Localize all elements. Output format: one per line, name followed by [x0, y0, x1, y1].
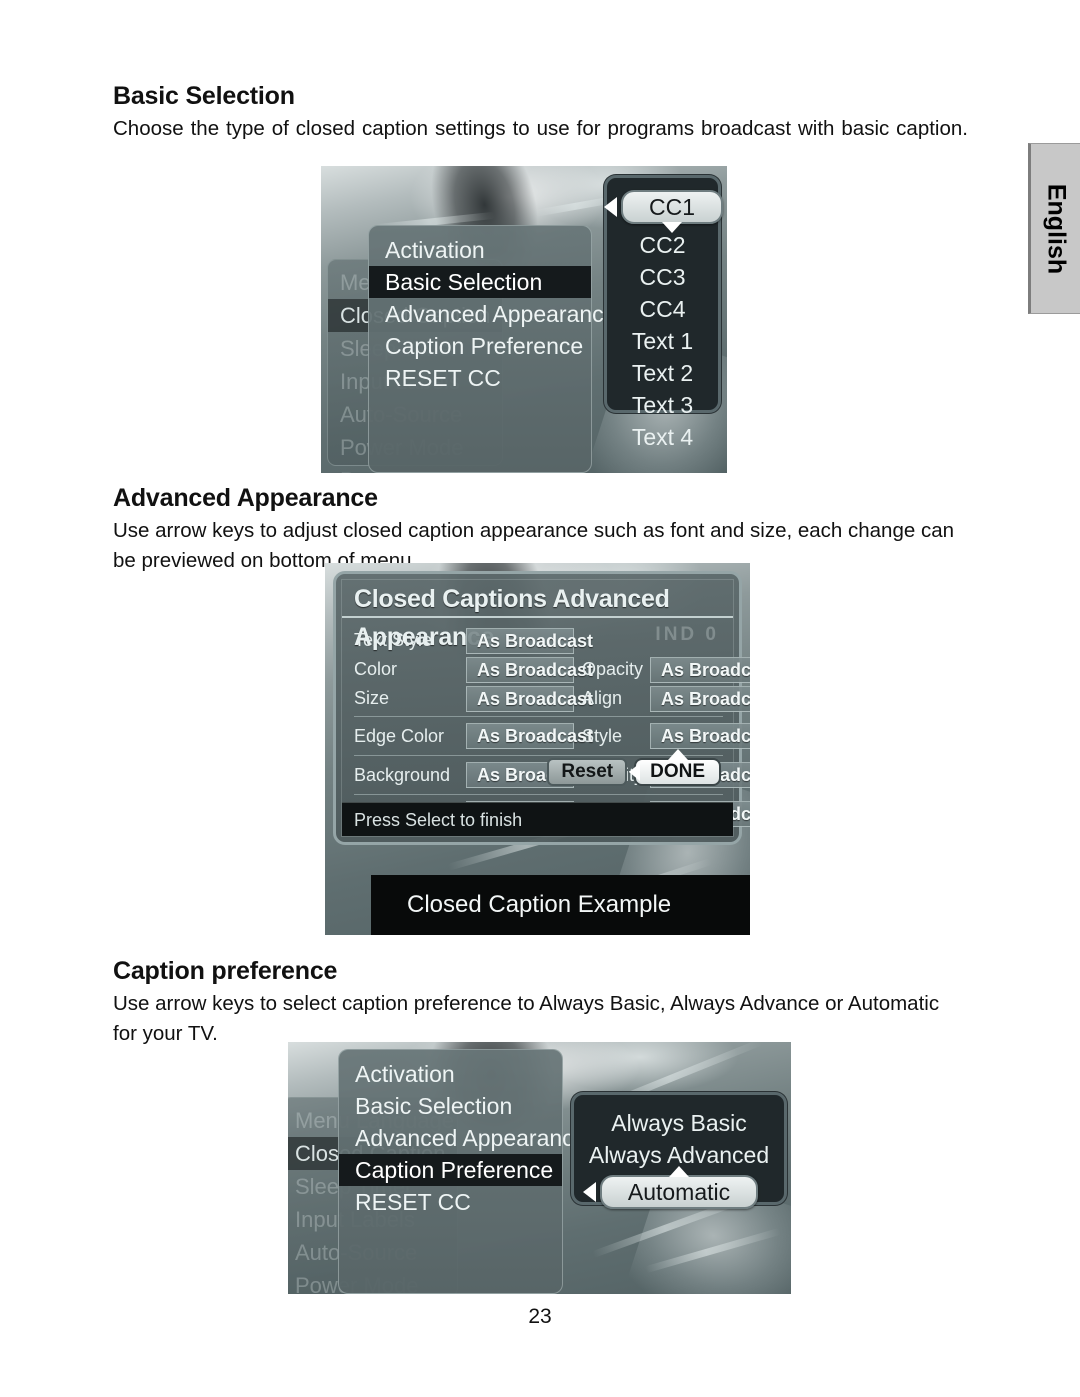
up-triangle-icon — [668, 1166, 689, 1177]
label-align: Align — [582, 688, 623, 708]
option-label: CC1 — [649, 194, 696, 220]
submenu-item-caption-preference[interactable]: Caption Preference — [369, 330, 591, 362]
option-row-cc1[interactable]: CC1 — [604, 190, 724, 233]
label-edge-style: Style — [582, 725, 623, 746]
submenu-closed-caption: Activation Basic Selection Advanced Appe… — [338, 1049, 586, 1294]
option-row-always-basic[interactable]: Always Basic — [588, 1107, 770, 1139]
heading-caption-preference: Caption preference — [113, 957, 338, 985]
heading-basic-selection: Basic Selection — [113, 82, 295, 110]
value-text-style[interactable]: As Broadcast — [466, 627, 593, 654]
option-row-text4[interactable]: Text 4 — [621, 421, 704, 453]
panel-inner-border: Closed Captions Advanced Appearance IND … — [341, 579, 750, 837]
panel-action-buttons: Reset DONE — [547, 749, 721, 786]
page-number: 23 — [528, 1305, 552, 1328]
label-color: Color — [354, 659, 398, 679]
reset-button[interactable]: Reset — [547, 758, 628, 786]
submenu-item-basic-selection[interactable]: Basic Selection — [339, 1090, 562, 1122]
row-edge-color: Edge Color As Broadcast Style As Broadca… — [354, 716, 750, 752]
submenu-item-advanced-appearance[interactable]: Advanced Appearance — [369, 298, 616, 330]
label-size: Size — [354, 688, 390, 708]
submenu-item-activation[interactable]: Activation — [339, 1058, 562, 1090]
manual-page: English Basic Selection Choose the type … — [0, 0, 1080, 1397]
value-color-opacity[interactable]: As Broadcast — [650, 656, 750, 683]
left-arrow-icon — [582, 1182, 596, 1202]
panel-title: Closed Captions Advanced Appearance — [342, 580, 733, 651]
option-selected-pill[interactable]: Automatic — [582, 1166, 759, 1209]
up-triangle-icon — [667, 749, 688, 760]
label-color-opacity: Opacity — [582, 659, 644, 679]
paragraph-basic-selection: Choose the type of closed caption settin… — [113, 117, 968, 140]
submenu-item-basic-selection[interactable]: Basic Selection — [369, 266, 591, 298]
label-edge-color: Edge Color — [354, 725, 445, 746]
value-edge-style[interactable]: As Broadcast — [650, 723, 750, 749]
submenu-closed-caption: Activation Basic Selection Advanced Appe… — [368, 225, 616, 473]
submenu-item-advanced-appearance[interactable]: Advanced Appearance — [339, 1122, 586, 1154]
option-selected-pill[interactable]: CC1 — [604, 190, 724, 233]
language-tab-label: English — [1042, 183, 1070, 274]
option-row-text1[interactable]: Text 1 — [621, 325, 704, 357]
row-text-style: Text Style As Broadcast — [354, 626, 723, 655]
panel-footer-hint: Press Select to finish — [342, 802, 733, 836]
value-edge-color[interactable]: As Broadcast — [466, 723, 593, 749]
row-color: Color As Broadcast Opacity As Broadcast — [354, 655, 750, 684]
option-row-cc3[interactable]: CC3 — [621, 261, 704, 293]
figure-advanced-appearance: Closed Captions Advanced Appearance IND … — [325, 563, 750, 935]
label-text-style: Text Style — [354, 630, 433, 650]
submenu-item-caption-preference[interactable]: Caption Preference — [339, 1154, 562, 1186]
done-button[interactable]: DONE — [634, 749, 721, 786]
option-row-cc2[interactable]: CC2 — [621, 229, 704, 261]
option-row-text3[interactable]: Text 3 — [621, 389, 704, 421]
figure-caption-preference: Menu Language Closed Caption Sleep Timer… — [288, 1042, 791, 1294]
closed-caption-preview: Closed Caption Example — [371, 875, 750, 935]
label-background: Background — [354, 764, 451, 785]
value-size[interactable]: As Broadcast — [466, 685, 593, 712]
figure-basic-selection: Menu Language Closed Caption Sleep Timer… — [321, 166, 727, 473]
option-list-basic-selection: CC1 CC2 CC3 CC4 Text 1 Text 2 Text 3 Tex… — [604, 175, 724, 450]
left-arrow-icon — [604, 197, 617, 217]
osd-advanced-appearance-panel: Closed Captions Advanced Appearance IND … — [333, 571, 750, 845]
value-align[interactable]: As Broadcast — [650, 685, 750, 712]
option-row-cc4[interactable]: CC4 — [621, 293, 704, 325]
paragraph-caption-preference: Use arrow keys to select caption prefere… — [113, 992, 940, 1045]
option-row-automatic[interactable]: Automatic — [582, 1166, 770, 1209]
option-label: Automatic — [627, 1179, 731, 1205]
option-row-text2[interactable]: Text 2 — [621, 357, 704, 389]
submenu-item-reset-cc[interactable]: RESET CC — [369, 362, 591, 394]
left-arrow-icon — [629, 763, 641, 781]
submenu-item-activation[interactable]: Activation — [369, 234, 591, 266]
value-color[interactable]: As Broadcast — [466, 656, 593, 683]
heading-advanced-appearance: Advanced Appearance — [113, 484, 378, 512]
row-size: Size As Broadcast Align As Broadcast — [354, 684, 750, 713]
submenu-item-reset-cc[interactable]: RESET CC — [339, 1186, 562, 1218]
language-tab-english: English — [1028, 143, 1080, 314]
option-list-caption-preference: Always Basic Always Advanced Automatic — [571, 1092, 787, 1209]
